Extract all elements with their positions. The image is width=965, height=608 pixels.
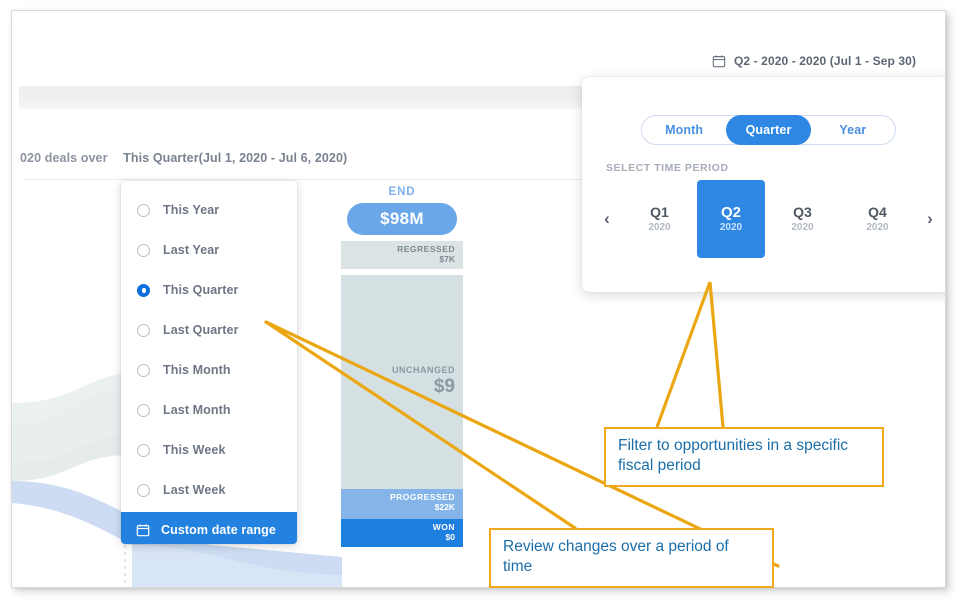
quarter-year: 2020 xyxy=(866,221,889,233)
period-type-segmented-control[interactable]: Month Quarter Year xyxy=(641,115,896,145)
quarter-label: Q4 xyxy=(868,204,887,221)
quarter-cell-q2[interactable]: Q2 2020 xyxy=(697,180,765,258)
funnel-total-pill[interactable]: $98M xyxy=(347,203,457,235)
quarter-cell-q1[interactable]: Q1 2020 xyxy=(622,191,697,247)
funnel-bar-regressed[interactable]: REGRESSED $7K xyxy=(341,241,463,269)
funnel-bar-value: $22K xyxy=(434,501,455,512)
period-option-label: This Week xyxy=(163,443,226,457)
period-option-custom-date-range[interactable]: Custom date range xyxy=(121,512,297,544)
quarter-cell-q3[interactable]: Q3 2020 xyxy=(765,191,840,247)
chevron-right-icon[interactable]: › xyxy=(915,191,945,247)
funnel-bar-label: WON xyxy=(432,522,455,532)
period-option-label: This Quarter xyxy=(163,283,239,297)
period-option-label: Last Week xyxy=(163,483,226,497)
funnel-chart: END $98M REGRESSED $7K UNCHANGED $9 PROG… xyxy=(341,186,463,547)
period-option-this-month[interactable]: This Month xyxy=(121,350,297,390)
funnel-bar-progressed[interactable]: PROGRESSED $22K xyxy=(341,489,463,519)
header-range-label[interactable]: This Quarter(Jul 1, 2020 - Jul 6, 2020) xyxy=(123,151,347,165)
period-option-label: Last Year xyxy=(163,243,220,257)
radio-icon[interactable] xyxy=(137,203,150,217)
header-summary-text: 020 deals over xyxy=(20,151,108,165)
funnel-bar-label: UNCHANGED xyxy=(392,364,455,375)
segment-quarter[interactable]: Quarter xyxy=(726,115,811,145)
quarter-label: Q3 xyxy=(793,204,812,221)
radio-icon[interactable] xyxy=(137,363,150,377)
quarter-cell-q4[interactable]: Q4 2020 xyxy=(840,191,915,247)
funnel-bar-value: $9 xyxy=(433,376,455,398)
app-window: 020 deals over This Quarter(Jul 1, 2020 … xyxy=(11,10,946,588)
funnel-title: END xyxy=(388,186,416,198)
segment-year[interactable]: Year xyxy=(811,115,895,145)
radio-icon[interactable] xyxy=(137,483,150,497)
date-range-label[interactable]: Q2 - 2020 - 2020 (Jul 1 - Sep 30) xyxy=(712,54,916,68)
calendar-icon xyxy=(712,54,726,68)
radio-icon[interactable] xyxy=(137,243,150,257)
quarter-year: 2020 xyxy=(719,222,743,234)
funnel-bar-value: $0 xyxy=(445,531,455,542)
period-option-last-year[interactable]: Last Year xyxy=(121,230,297,270)
funnel-bar-label: REGRESSED xyxy=(397,244,455,254)
period-option-label: Last Month xyxy=(163,403,231,417)
period-option-last-quarter[interactable]: Last Quarter xyxy=(121,310,297,350)
period-option-label: This Year xyxy=(163,203,220,217)
period-option-label: This Month xyxy=(163,363,231,377)
quarter-year: 2020 xyxy=(648,221,671,233)
period-option-this-week[interactable]: This Week xyxy=(121,430,297,470)
funnel-bar-won[interactable]: WON $0 xyxy=(341,519,463,547)
date-range-text: Q2 - 2020 - 2020 (Jul 1 - Sep 30) xyxy=(734,54,917,68)
funnel-bar-unchanged[interactable]: UNCHANGED $9 xyxy=(341,275,463,489)
period-option-last-week[interactable]: Last Week xyxy=(121,470,297,510)
period-option-label: Last Quarter xyxy=(163,323,239,337)
radio-icon[interactable] xyxy=(137,323,150,337)
period-option-this-quarter[interactable]: This Quarter xyxy=(121,270,297,310)
chevron-left-icon[interactable]: ‹ xyxy=(592,191,622,247)
quarter-year: 2020 xyxy=(791,221,814,233)
radio-selected-icon[interactable] xyxy=(137,283,150,297)
quarter-selector[interactable]: ‹ Q1 2020 Q2 2020 Q3 2020 Q4 2020 › xyxy=(582,180,945,258)
period-option-this-year[interactable]: This Year xyxy=(121,190,297,230)
quarter-label: Q1 xyxy=(650,204,669,221)
radio-icon[interactable] xyxy=(137,443,150,457)
segment-month[interactable]: Month xyxy=(642,115,726,145)
radio-icon[interactable] xyxy=(137,403,150,417)
period-option-last-month[interactable]: Last Month xyxy=(121,390,297,430)
quarter-label: Q2 xyxy=(720,203,741,221)
period-option-label: Custom date range xyxy=(161,523,276,537)
relative-period-dropdown[interactable]: This Year Last Year This Quarter Last Qu… xyxy=(121,181,297,544)
calendar-icon xyxy=(136,523,150,537)
select-time-period-label: SELECT TIME PERIOD xyxy=(606,162,729,174)
fiscal-period-popover[interactable]: Month Quarter Year SELECT TIME PERIOD ‹ … xyxy=(582,77,945,292)
funnel-bar-value: $7K xyxy=(439,253,455,264)
